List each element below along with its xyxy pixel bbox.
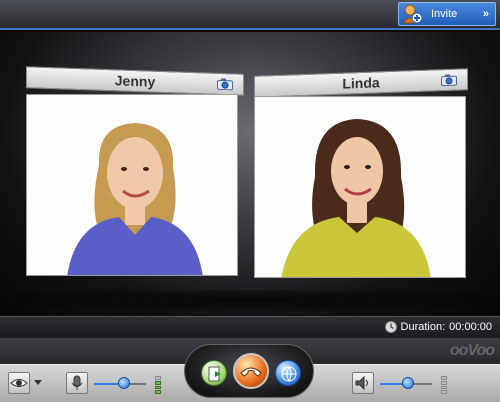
video-feed-jenny[interactable] <box>26 94 238 276</box>
invite-button[interactable]: Invite » <box>398 2 496 26</box>
speaker-icon <box>355 375 368 391</box>
share-file-button[interactable] <box>201 360 227 386</box>
duration-value: 00:00:00 <box>449 321 492 333</box>
hangup-phone-icon <box>240 367 262 377</box>
brand-logo: ooVoo <box>449 342 495 359</box>
camera-icon[interactable] <box>441 74 457 87</box>
share-icon <box>208 366 221 382</box>
stage-reflection <box>15 290 485 310</box>
participant-name: Jenny <box>114 72 156 90</box>
call-controls-pod <box>184 344 314 398</box>
microphone-level-meter <box>155 376 161 394</box>
participant-video-image <box>255 97 465 277</box>
participant-name-header: Jenny <box>26 66 244 96</box>
call-duration: Duration: 00:00:00 <box>384 321 492 333</box>
view-button[interactable] <box>8 372 30 394</box>
speaker-volume-thumb[interactable] <box>402 377 414 389</box>
microphone-button[interactable] <box>66 372 88 394</box>
clock-icon <box>384 321 397 333</box>
duration-label: Duration: <box>400 321 446 333</box>
status-bar: Duration: 00:00:00 <box>0 316 500 338</box>
speaker-level-meter <box>441 376 447 394</box>
control-bar: ooVoo <box>0 338 500 402</box>
invite-label: Invite <box>431 8 458 20</box>
hangup-button[interactable] <box>233 353 269 389</box>
chevron-right-icon: » <box>482 8 489 20</box>
participant-name: Linda <box>342 74 380 92</box>
eye-icon <box>10 379 28 387</box>
title-bar: Invite » <box>0 0 500 30</box>
video-feed-linda[interactable] <box>254 96 466 278</box>
microphone-volume-thumb[interactable] <box>118 377 130 389</box>
video-stage: Jenny Linda <box>0 32 500 316</box>
microphone-icon <box>71 375 83 390</box>
camera-icon[interactable] <box>217 78 233 91</box>
globe-icon <box>281 366 297 383</box>
view-dropdown-icon[interactable] <box>34 380 42 385</box>
add-contact-icon <box>401 3 423 25</box>
speaker-button[interactable] <box>352 372 374 394</box>
participant-video-image <box>27 95 237 275</box>
web-button[interactable] <box>275 360 301 386</box>
participant-name-header: Linda <box>254 68 468 98</box>
